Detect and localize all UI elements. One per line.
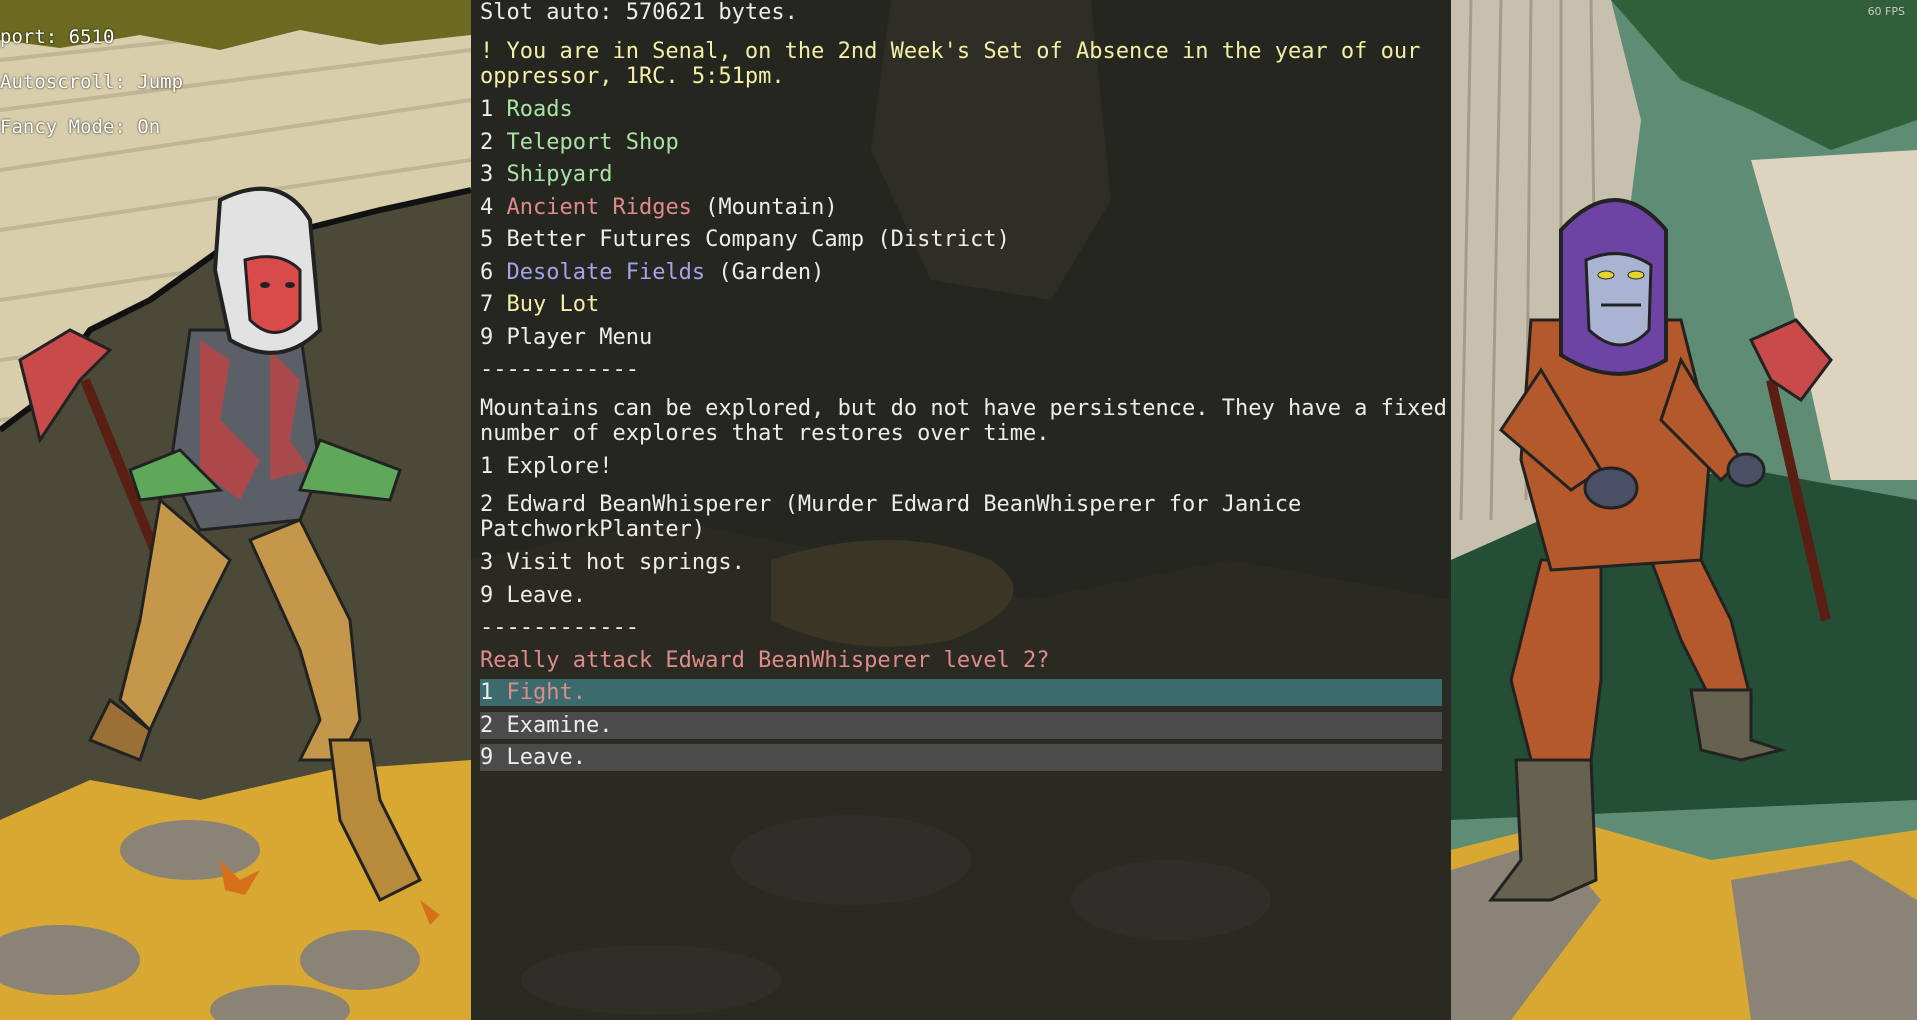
option-explore[interactable]: 1 Explore!: [480, 454, 612, 479]
port-readout: port: 6510: [0, 26, 115, 48]
debug-overlay: port: 6510 Autoscroll: Jump Fancy Mode: …: [0, 0, 183, 165]
nav-item-better-futures-camp[interactable]: 5 Better Futures Company Camp (District): [480, 227, 1010, 252]
choice-examine-button[interactable]: 2 Examine.: [480, 712, 1442, 739]
fps-counter: 60 FPS: [1867, 5, 1905, 18]
nav-number: 5: [480, 227, 507, 252]
nav-number: 4: [480, 195, 507, 220]
option-edward-quest-continued[interactable]: PatchworkPlanter): [480, 517, 705, 542]
nav-suffix: (Mountain): [691, 195, 838, 220]
nav-number: 2: [480, 130, 507, 155]
fancy-mode-readout: Fancy Mode: On: [0, 116, 161, 138]
nav-suffix: (Garden): [705, 260, 825, 285]
nav-label: Shipyard: [506, 162, 613, 187]
choice-number: 1: [480, 680, 507, 705]
game-window: 60 FPS Slot auto: 570621 bytes. ! You ar…: [0, 0, 1917, 1020]
nav-label: Buy Lot: [506, 292, 600, 317]
nav-label: Better Futures Company Camp (District): [506, 227, 1010, 252]
nav-number: 7: [480, 292, 507, 317]
nav-item-ancient-ridges[interactable]: 4 Ancient Ridges (Mountain): [480, 195, 838, 220]
option-leave-area[interactable]: 9 Leave.: [480, 583, 586, 608]
save-slot-line: Slot auto: 570621 bytes.: [480, 0, 798, 25]
area-description-line-1: Mountains can be explored, but do not ha…: [480, 396, 1447, 421]
nav-number: 3: [480, 162, 507, 187]
choice-label: Examine.: [506, 713, 613, 738]
console-text-area: Slot auto: 570621 bytes. ! You are in Se…: [471, 0, 1451, 1020]
nav-item-desolate-fields[interactable]: 6 Desolate Fields (Garden): [480, 260, 824, 285]
nav-item-shipyard[interactable]: 3 Shipyard: [480, 162, 612, 187]
choice-leave-button[interactable]: 9 Leave.: [480, 744, 1442, 771]
option-edward-quest[interactable]: 2 Edward BeanWhisperer (Murder Edward Be…: [480, 492, 1301, 517]
nav-label: Ancient Ridges: [506, 195, 692, 220]
location-line-1: ! You are in Senal, on the 2nd Week's Se…: [480, 39, 1421, 64]
nav-label: Player Menu: [506, 325, 653, 350]
choice-fight-button[interactable]: 1 Fight.: [480, 679, 1442, 706]
area-description-line-2: number of explores that restores over ti…: [480, 421, 1050, 446]
separator: ------------: [480, 615, 639, 640]
nav-label: Teleport Shop: [506, 130, 679, 155]
nav-item-teleport-shop[interactable]: 2 Teleport Shop: [480, 130, 679, 155]
location-line-2: oppressor, 1RC. 5:51pm.: [480, 64, 785, 89]
nav-number: 6: [480, 260, 507, 285]
right-character-panel: 60 FPS: [1451, 0, 1917, 1020]
nav-item-player-menu[interactable]: 9 Player Menu: [480, 325, 652, 350]
nav-item-buy-lot[interactable]: 7 Buy Lot: [480, 292, 599, 317]
nav-item-roads[interactable]: 1 Roads: [480, 97, 573, 122]
nav-label: Desolate Fields: [506, 260, 706, 285]
autoscroll-readout: Autoscroll: Jump: [0, 71, 184, 93]
nav-label: Roads: [506, 97, 573, 122]
text-console: Slot auto: 570621 bytes. ! You are in Se…: [471, 0, 1451, 1020]
option-hot-springs[interactable]: 3 Visit hot springs.: [480, 550, 745, 575]
choice-label: Leave.: [506, 745, 586, 770]
choice-label: Fight.: [506, 680, 586, 705]
choice-number: 9: [480, 745, 507, 770]
attack-prompt: Really attack Edward BeanWhisperer level…: [480, 648, 1050, 673]
nav-number: 9: [480, 325, 507, 350]
separator: ------------: [480, 357, 639, 382]
nav-number: 1: [480, 97, 507, 122]
right-scene-art: [1451, 0, 1917, 1020]
choice-number: 2: [480, 713, 507, 738]
